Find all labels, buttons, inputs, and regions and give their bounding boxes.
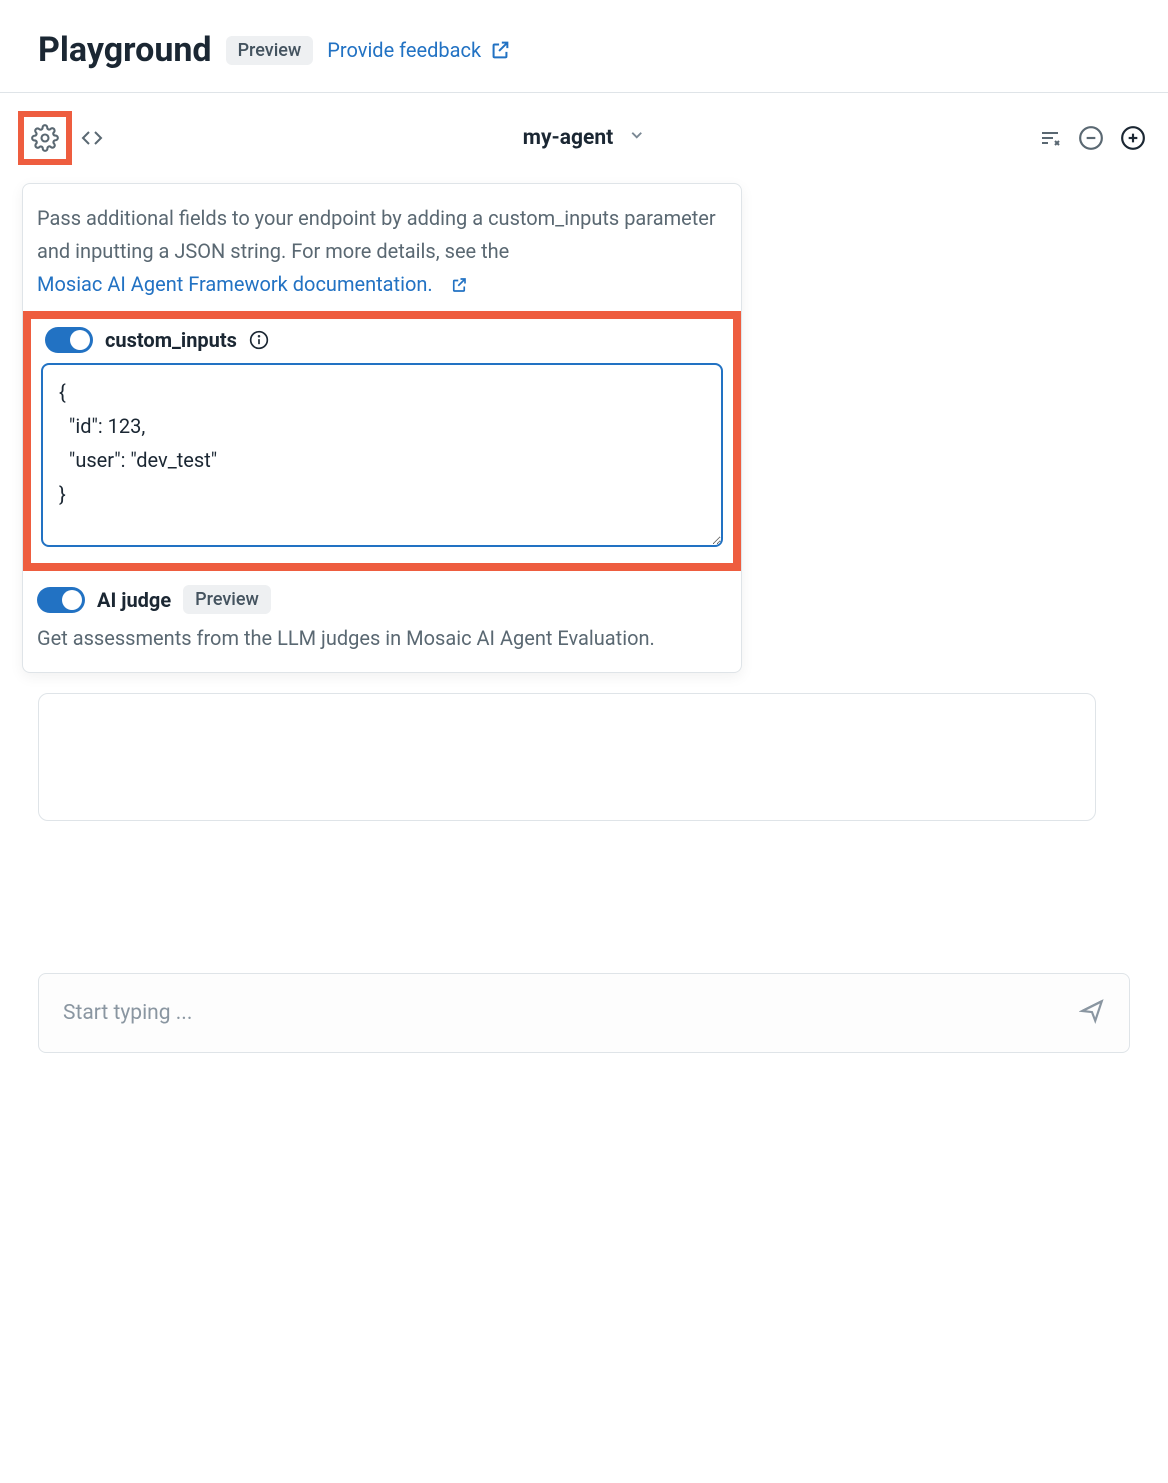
chevron-down-icon <box>627 126 645 150</box>
info-icon[interactable] <box>249 330 269 350</box>
settings-intro-text: Pass additional fields to your endpoint … <box>37 206 716 263</box>
custom-inputs-row: custom_inputs <box>41 327 723 363</box>
custom-inputs-highlight: custom_inputs <box>23 311 741 571</box>
custom-inputs-toggle[interactable] <box>45 327 93 353</box>
feedback-link-label: Provide feedback <box>327 38 481 62</box>
preview-badge: Preview <box>226 36 314 65</box>
chat-placeholder: Start typing ... <box>63 1001 1079 1025</box>
settings-panel: Pass additional fields to your endpoint … <box>22 183 742 673</box>
main-area: Pass additional fields to your endpoint … <box>0 183 1168 1483</box>
endpoint-selector[interactable]: my-agent <box>523 126 646 150</box>
code-toggle-icon[interactable] <box>80 126 104 150</box>
gear-icon[interactable] <box>31 124 59 152</box>
provide-feedback-link[interactable]: Provide feedback <box>327 38 511 62</box>
ai-judge-badge: Preview <box>183 585 271 614</box>
toolbar: my-agent <box>0 92 1168 183</box>
custom-inputs-label: custom_inputs <box>105 328 237 352</box>
endpoint-name: my-agent <box>523 126 614 150</box>
chat-input[interactable]: Start typing ... <box>38 973 1130 1053</box>
minus-circle-icon[interactable] <box>1078 125 1104 151</box>
gear-highlight <box>18 111 72 165</box>
send-icon[interactable] <box>1079 998 1105 1028</box>
docs-link[interactable]: Mosiac AI Agent Framework documentation. <box>37 268 468 301</box>
page-title: Playground <box>38 30 212 70</box>
page-header: Playground Preview Provide feedback <box>0 0 1168 92</box>
toolbar-right-icons <box>1038 125 1146 151</box>
external-link-icon <box>489 39 511 61</box>
docs-link-label: Mosiac AI Agent Framework documentation. <box>37 268 433 301</box>
plus-circle-icon[interactable] <box>1120 125 1146 151</box>
ai-judge-toggle[interactable] <box>37 587 85 613</box>
external-link-icon <box>450 276 468 294</box>
custom-inputs-textarea[interactable] <box>41 363 723 547</box>
settings-intro: Pass additional fields to your endpoint … <box>23 202 741 311</box>
background-card <box>38 693 1096 821</box>
clear-filter-icon[interactable] <box>1038 126 1062 150</box>
ai-judge-row: AI judge Preview <box>23 585 741 620</box>
ai-judge-label: AI judge <box>97 588 171 612</box>
ai-judge-desc: Get assessments from the LLM judges in M… <box>23 620 741 650</box>
